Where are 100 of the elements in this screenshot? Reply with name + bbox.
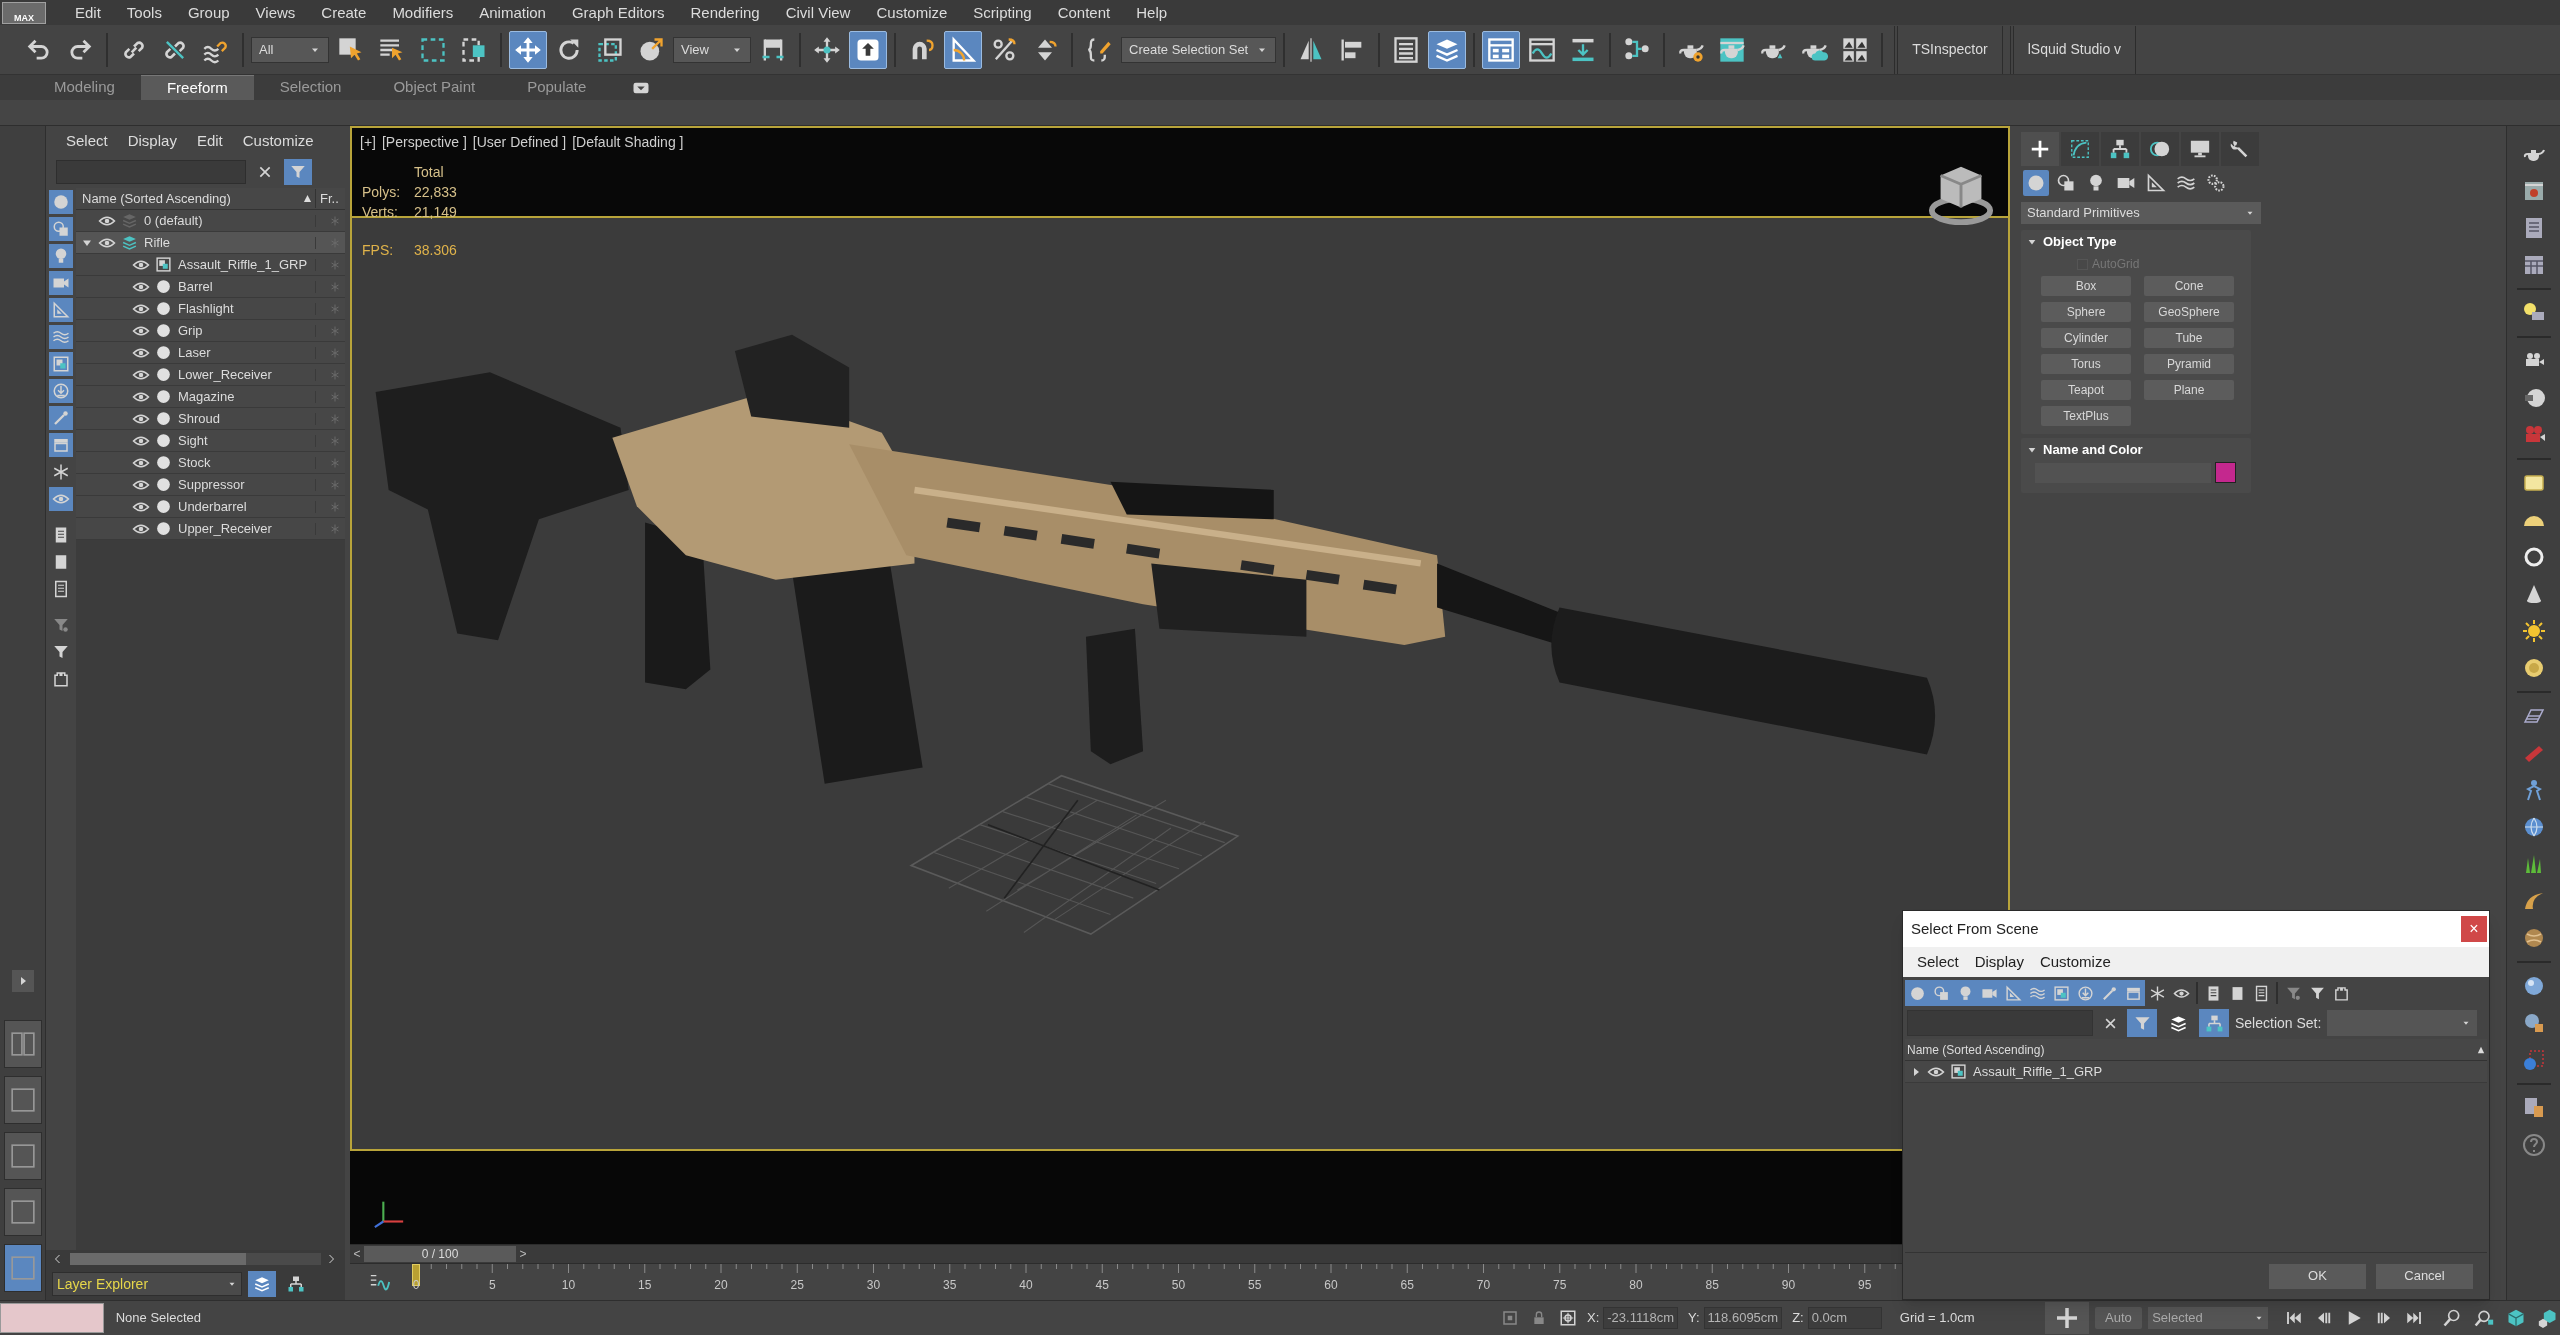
primitive-button[interactable]: Cone [2144, 276, 2234, 296]
tick-label: 20 [714, 1277, 728, 1294]
tree-row[interactable]: Shroud [76, 408, 345, 430]
close-button[interactable]: × [2461, 916, 2487, 942]
tick-label: 90 [1781, 1277, 1796, 1294]
menu-item[interactable]: Content [1044, 0, 1124, 25]
tree-row[interactable]: Laser [76, 342, 345, 364]
selection-status: None Selected [115, 1309, 201, 1328]
stat-label: Verts: [362, 203, 399, 222]
ribbon-tab[interactable]: Populate [501, 75, 613, 100]
ribbon-tab[interactable]: Freeform [140, 75, 254, 100]
time-slider-thumb[interactable]: 0 / 100 [364, 1246, 516, 1262]
tree-row[interactable]: Flashlight [76, 298, 345, 320]
primitive-button[interactable]: Tube [2144, 328, 2234, 348]
menu-item[interactable]: Rendering [677, 0, 773, 25]
tree-row[interactable]: Grip [76, 320, 345, 342]
menu-item[interactable]: Graph Editors [558, 0, 678, 25]
fps-label: FPS: [362, 241, 395, 260]
menu-item[interactable]: Help [1123, 0, 1181, 25]
primitive-button[interactable]: Plane [2144, 380, 2234, 400]
primitive-button[interactable]: TextPlus [2041, 406, 2131, 426]
primitive-button[interactable]: Teapot [2041, 380, 2131, 400]
tick-label: 50 [1171, 1277, 1186, 1294]
primitive-button[interactable]: Sphere [2041, 302, 2131, 322]
menu-item[interactable]: Modifiers [379, 0, 467, 25]
menu-item[interactable]: Select [1909, 950, 1967, 974]
viewport-label[interactable]: [+] [360, 132, 376, 153]
tick-label: 95 [1858, 1277, 1872, 1294]
object-name: Flashlight [177, 299, 235, 318]
object-name: Underbarrel [177, 497, 248, 516]
tick-label: 10 [561, 1277, 576, 1294]
tree-row[interactable]: Sight [76, 430, 345, 452]
object-name: Shroud [177, 409, 221, 428]
app-logo[interactable]: MAX [2, 1, 46, 24]
primitive-button[interactable]: GeoSphere [2144, 302, 2234, 322]
tick-label: 75 [1553, 1277, 1567, 1294]
menu-item[interactable]: Group [174, 0, 243, 25]
menu-item[interactable]: Customize [2031, 950, 2119, 974]
column-header[interactable]: Name (Sorted Ascending) [76, 188, 303, 209]
tree-row[interactable]: Assault_Riffle_1_GRP [76, 254, 345, 276]
dropdown[interactable]: View [673, 36, 751, 63]
primitive-button[interactable]: Box [2041, 276, 2131, 296]
viewport-label[interactable]: [Default Shading ] [572, 132, 684, 153]
menu-item[interactable]: Edit [62, 0, 114, 25]
viewport-label[interactable]: [Perspective ] [381, 132, 467, 153]
dialog-button[interactable]: Cancel [2376, 1263, 2473, 1289]
menu-item[interactable]: Customize [863, 0, 961, 25]
previous-button[interactable]: < [350, 1245, 364, 1263]
tree-row[interactable]: Stock [76, 452, 345, 474]
tree-row[interactable]: Rifle [76, 232, 345, 254]
dropdown[interactable]: All [251, 36, 329, 63]
ribbon-tab[interactable]: Selection [253, 75, 368, 100]
category-dropdown[interactable]: Standard Primitives [2021, 202, 2261, 224]
ribbon-tab[interactable]: Object Paint [367, 75, 502, 100]
menu-item[interactable]: Select [56, 129, 118, 153]
object-name: Stock [177, 453, 212, 472]
object-name: Laser [177, 343, 212, 362]
tree-row[interactable]: 0 (default) [76, 210, 345, 232]
tick-label: 70 [1476, 1277, 1491, 1294]
layer-name: Rifle [143, 233, 171, 252]
primitive-button[interactable]: Torus [2041, 354, 2131, 374]
menu-item[interactable]: Customize [232, 129, 324, 153]
menu-item[interactable]: Edit [186, 129, 233, 153]
tick-label: 45 [1095, 1277, 1109, 1294]
explorer-dropdown[interactable]: Layer Explorer [52, 1272, 242, 1296]
tree-row[interactable]: Upper_Receiver [76, 518, 345, 540]
axis-label: X: [1586, 1309, 1600, 1328]
dropdown[interactable]: Create Selection Set [1121, 36, 1277, 63]
coordinate-field[interactable]: 0.0cm [1807, 1307, 1882, 1329]
coordinate-field[interactable]: -23.1118cm [1603, 1307, 1678, 1329]
viewport-label[interactable]: [User Defined ] [472, 132, 567, 153]
tree-row[interactable]: Assault_Riffle_1_GRP [1905, 1061, 2487, 1083]
tick-label: 85 [1705, 1277, 1719, 1294]
column-header[interactable]: Fr.. [315, 188, 345, 209]
menu-item[interactable]: Views [242, 0, 309, 25]
primitive-button[interactable]: Pyramid [2144, 354, 2234, 374]
axis-label: Y: [1688, 1309, 1700, 1328]
menu-item[interactable]: Scripting [960, 0, 1045, 25]
tree-row[interactable]: Suppressor [76, 474, 345, 496]
coordinate-field[interactable]: 118.6095cm [1703, 1307, 1783, 1329]
object-name: Barrel [177, 277, 214, 296]
tree-row[interactable]: Magazine [76, 386, 345, 408]
menu-item[interactable]: Civil View [772, 0, 864, 25]
dialog-button[interactable]: OK [2269, 1263, 2366, 1289]
object-name: Upper_Receiver [177, 519, 273, 538]
menu-item[interactable]: Create [308, 0, 380, 25]
tick-label: 40 [1019, 1277, 1033, 1294]
rollout-title[interactable]: Object Type [2043, 232, 2117, 252]
object-name: Sight [177, 431, 209, 450]
tree-row[interactable]: Barrel [76, 276, 345, 298]
rollout-title[interactable]: Name and Color [2043, 440, 2143, 460]
menu-item[interactable]: Display [117, 129, 187, 153]
tick-label: 80 [1629, 1277, 1643, 1294]
primitive-button[interactable]: Cylinder [2041, 328, 2131, 348]
next-button[interactable]: > [516, 1245, 530, 1263]
ribbon-tab[interactable]: Modeling [28, 75, 141, 100]
tree-row[interactable]: Lower_Receiver [76, 364, 345, 386]
menu-item[interactable]: Animation [466, 0, 559, 25]
menu-item[interactable]: Tools [113, 0, 175, 25]
tree-row[interactable]: Underbarrel [76, 496, 345, 518]
